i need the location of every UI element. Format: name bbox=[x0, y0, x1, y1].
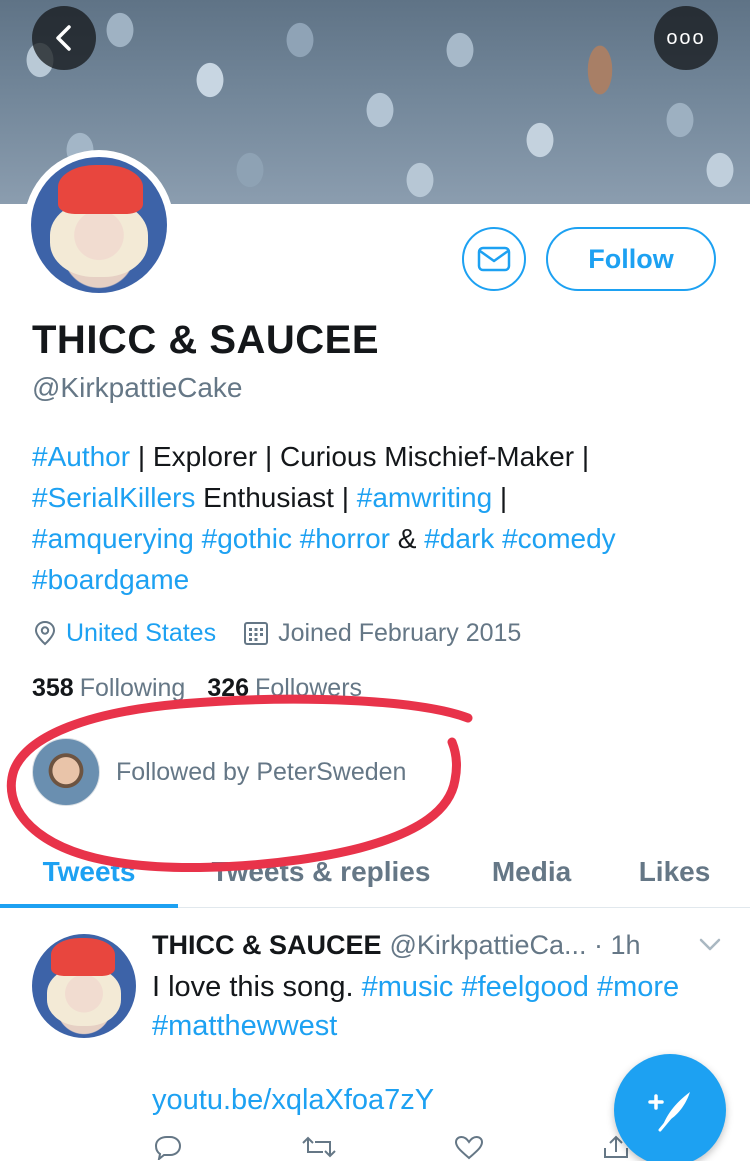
chevron-down-icon[interactable] bbox=[698, 932, 722, 960]
chevron-left-icon bbox=[56, 25, 71, 51]
profile-bio: #Author | Explorer | Curious Mischief-Ma… bbox=[32, 436, 722, 600]
profile-avatar[interactable] bbox=[24, 150, 174, 300]
bio-text: | bbox=[492, 482, 508, 513]
feather-plus-icon bbox=[648, 1092, 690, 1132]
compose-tweet-button[interactable] bbox=[614, 1054, 726, 1161]
location-pin-icon bbox=[34, 620, 56, 646]
joined-item: Joined February 2015 bbox=[242, 619, 521, 648]
hashtag-link[interactable]: #dark bbox=[424, 523, 494, 554]
back-button[interactable] bbox=[32, 6, 96, 70]
message-button[interactable] bbox=[462, 227, 526, 291]
reply-icon[interactable] bbox=[152, 1134, 184, 1161]
following-count[interactable]: 358 Following bbox=[32, 674, 185, 703]
bio-text bbox=[194, 523, 202, 554]
bio-text: Enthusiast | bbox=[195, 482, 357, 513]
tweet-link[interactable]: youtu.be/xqlaXfoa7zY bbox=[152, 1084, 434, 1117]
tweet-text: I love this song. #music #feelgood #more… bbox=[152, 968, 732, 1046]
tab-media[interactable]: Media bbox=[464, 836, 599, 908]
avatar-face bbox=[46, 967, 122, 1026]
followers-label: Followers bbox=[255, 674, 363, 702]
follow-counts: 358 Following 326 Followers bbox=[32, 674, 384, 703]
hashtag-link[interactable]: #gothic bbox=[202, 523, 292, 554]
profile-handle: @KirkpattieCake bbox=[32, 372, 243, 403]
tweet-avatar[interactable] bbox=[32, 934, 136, 1038]
bio-text bbox=[292, 523, 300, 554]
bio-text: & bbox=[390, 523, 425, 554]
hashtag-link[interactable]: #Author bbox=[32, 441, 130, 472]
avatar-image bbox=[31, 157, 167, 293]
hashtag-link[interactable]: #amwriting bbox=[357, 482, 492, 513]
tweet-author-handle: @KirkpattieCa... · 1h bbox=[389, 930, 641, 960]
location-text[interactable]: United States bbox=[66, 619, 216, 648]
followed-by[interactable]: Followed by PeterSweden bbox=[32, 738, 406, 806]
profile-meta: United States Joined February 2015 bbox=[32, 615, 547, 651]
tab-tweets-replies[interactable]: Tweets & replies bbox=[178, 836, 464, 908]
bio-text: | Explorer | Curious Mischief-Maker | bbox=[130, 441, 590, 472]
more-dots-icon: ooo bbox=[666, 26, 706, 49]
following-label: Following bbox=[79, 674, 186, 702]
more-button[interactable]: ooo bbox=[654, 6, 718, 70]
following-number: 358 bbox=[32, 674, 74, 702]
mail-icon bbox=[477, 246, 511, 272]
hashtag-link[interactable]: #more bbox=[597, 971, 679, 1003]
hashtag-link[interactable]: #matthewwest bbox=[152, 1010, 337, 1042]
followers-count[interactable]: 326 Followers bbox=[207, 674, 362, 703]
active-tab-indicator bbox=[0, 904, 178, 908]
profile-tabs: Tweets Tweets & replies Media Likes bbox=[0, 836, 750, 908]
hashtag-link[interactable]: #comedy bbox=[502, 523, 616, 554]
hashtag-link[interactable]: #horror bbox=[300, 523, 390, 554]
tweet-actions bbox=[152, 1134, 632, 1161]
avatar-hat bbox=[58, 165, 143, 215]
joined-text: Joined February 2015 bbox=[278, 618, 522, 647]
followed-by-text: Followed by PeterSweden bbox=[116, 757, 407, 786]
hashtag-link[interactable]: #feelgood bbox=[461, 971, 588, 1003]
retweet-icon[interactable] bbox=[299, 1134, 339, 1161]
tab-tweets[interactable]: Tweets bbox=[0, 836, 178, 908]
hashtag-link[interactable]: #amquerying bbox=[32, 523, 194, 554]
hashtag-link[interactable]: #music bbox=[362, 971, 454, 1003]
hashtag-link[interactable]: #boardgame bbox=[32, 564, 189, 595]
like-icon[interactable] bbox=[453, 1134, 485, 1161]
tweet-author-name: THICC & SAUCEE bbox=[152, 930, 382, 960]
follower-avatar bbox=[32, 738, 100, 806]
tweet-header: THICC & SAUCEE @KirkpattieCa... · 1h bbox=[152, 930, 722, 961]
calendar-icon bbox=[244, 622, 269, 645]
bio-text bbox=[494, 523, 502, 554]
follow-button[interactable]: Follow bbox=[546, 227, 716, 291]
profile-name: THICC & SAUCEE bbox=[32, 318, 380, 362]
avatar-hat bbox=[50, 938, 116, 976]
hashtag-link[interactable]: #SerialKillers bbox=[32, 482, 195, 513]
tab-likes[interactable]: Likes bbox=[599, 836, 750, 908]
tweet-body: I love this song. bbox=[152, 971, 362, 1003]
location-item[interactable]: United States bbox=[32, 619, 216, 648]
followers-number: 326 bbox=[207, 674, 250, 702]
